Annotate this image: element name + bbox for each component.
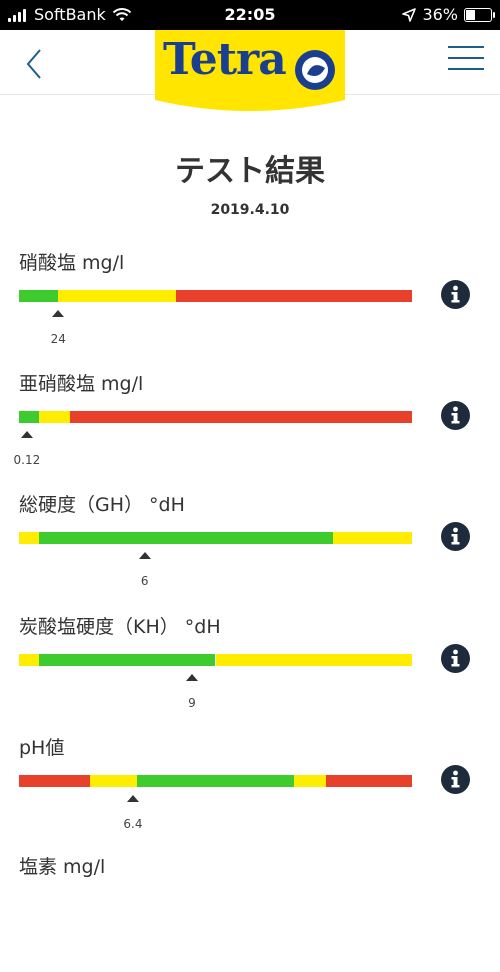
range-segment-green [136,775,295,787]
info-icon[interactable] [441,765,470,794]
test-date: 2019.4.10 [210,202,290,218]
value-marker-icon [138,552,151,559]
test-result-row: 亜硝酸塩 mg/l 0.12 [0,369,500,489]
info-icon[interactable] [441,644,470,673]
page-title: テスト結果 [175,154,325,189]
test-result-row: 炭酸塩硬度（KH） °dH 9 [0,612,500,732]
tetra-logo: Tetra [155,30,345,114]
test-result-row: 総硬度（GH） °dH 6 [0,490,500,610]
test-label: 硝酸塩 mg/l [19,252,125,274]
info-icon[interactable] [441,280,470,309]
value-label: 6 [140,574,149,588]
battery-icon [464,7,495,22]
location-icon [402,7,417,22]
back-chevron-icon[interactable] [18,40,58,84]
range-segment-green [38,532,334,544]
value-label: 6.4 [123,817,143,831]
status-right: 36% [402,5,495,24]
value-marker-icon [20,431,33,438]
range-segment-yellow [38,411,71,423]
value-marker-icon [126,795,139,802]
range-segment-yellow [58,290,177,302]
range-bar [19,532,412,544]
value-label: 9 [188,696,196,710]
test-label: 総硬度（GH） °dH [19,494,185,516]
test-label: pH値 [19,737,65,759]
test-label: 塩素 mg/l [19,856,106,878]
value-marker-icon [52,310,65,317]
test-result-row: pH値 6.4 [0,733,500,853]
range-bar [19,775,412,787]
range-segment-yellow [215,654,412,666]
range-segment-yellow [19,654,39,666]
hamburger-menu-icon[interactable] [448,46,484,74]
status-bar: SoftBank 22:05 36% [0,0,500,30]
range-segment-green [38,654,216,666]
range-segment-yellow [294,775,326,787]
range-bar [19,654,412,666]
range-segment-green [19,290,59,302]
test-result-row: 硝酸塩 mg/l 24 [0,248,500,368]
range-segment-yellow [89,775,137,787]
range-segment-yellow [19,532,39,544]
range-segment-red [325,775,412,787]
range-segment-red [70,411,412,423]
app-bar: Tetra [0,30,500,111]
test-label: 炭酸塩硬度（KH） °dH [19,616,221,638]
range-bar [19,290,412,302]
range-bar [19,411,412,423]
info-icon[interactable] [441,401,470,430]
range-segment-green [19,411,39,423]
test-result-row: 塩素 mg/l [0,852,500,972]
battery-percent: 36% [422,5,458,24]
value-marker-icon [185,674,198,681]
info-icon[interactable] [441,522,470,551]
value-label: 0.12 [13,453,41,467]
range-segment-red [19,775,90,787]
logo-text: Tetra [163,34,287,85]
range-segment-yellow [333,532,412,544]
value-label: 24 [50,332,66,346]
test-label: 亜硝酸塩 mg/l [19,373,144,395]
range-segment-red [176,290,412,302]
